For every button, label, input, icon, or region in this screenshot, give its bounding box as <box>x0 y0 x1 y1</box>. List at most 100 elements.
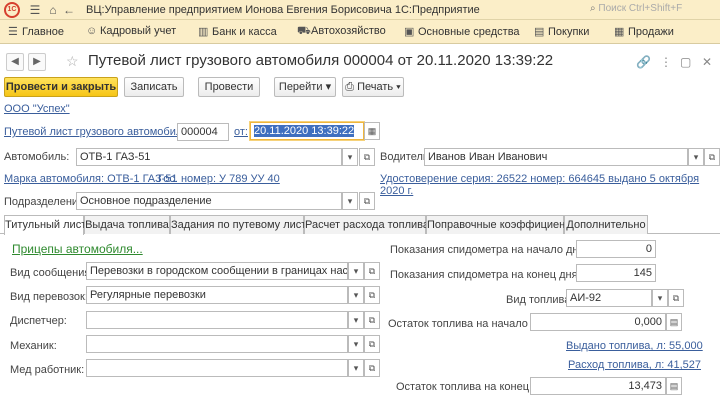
comm-type-dropdown-icon[interactable]: ▾ <box>348 262 364 280</box>
mechanic-open-icon[interactable]: ⧉ <box>364 335 380 353</box>
tab-fuel-issue[interactable]: Выдача топлива <box>84 215 170 234</box>
transport-open-icon[interactable]: ⧉ <box>364 286 380 304</box>
sales-icon: ▦ <box>614 26 625 38</box>
tab-additional[interactable]: Дополнительно <box>564 215 648 234</box>
plate-link[interactable]: Гос. номер: У 789 УУ 40 <box>158 173 280 185</box>
search-placeholder: Поиск Ctrl+Shift+F <box>598 3 683 14</box>
odo-start-label: Показания спидометра на начало дня, км: <box>390 244 607 256</box>
arrow-right-icon: ▶ <box>33 56 41 67</box>
tab-title-page[interactable]: Титульный лист <box>4 215 86 235</box>
section-assets[interactable]: ▣ Основные средства <box>404 25 520 41</box>
medic-dropdown-icon[interactable]: ▾ <box>348 359 364 377</box>
license-link[interactable]: Удостоверение серия: 26522 номер: 664645… <box>380 173 699 185</box>
briefcase-icon: ▣ <box>404 26 415 38</box>
fuel-type-input[interactable]: АИ-92 <box>566 289 652 307</box>
dropdown-arrow-icon: ▾ <box>325 81 332 93</box>
medic-input[interactable] <box>86 359 348 377</box>
global-search[interactable]: ⌕ Поиск Ctrl+Shift+F <box>590 3 720 17</box>
odo-end-input[interactable]: 145 <box>576 264 656 282</box>
driver-input[interactable]: Иванов Иван Иванович <box>424 148 688 166</box>
fuel-used-link[interactable]: Расход топлива, л: 41,527 <box>568 359 701 371</box>
calculator-icon[interactable]: ▤ <box>666 377 682 395</box>
dispatcher-open-icon[interactable]: ⧉ <box>364 311 380 329</box>
comm-type-open-icon[interactable]: ⧉ <box>364 262 380 280</box>
section-bank[interactable]: ▥ Банк и касса <box>198 25 277 41</box>
mechanic-dropdown-icon[interactable]: ▾ <box>348 335 364 353</box>
dispatcher-label: Диспетчер: <box>10 315 67 327</box>
license-link-cont[interactable]: 2020 г. <box>380 185 413 197</box>
date-input[interactable]: 20.11.2020 13:39:22 <box>250 122 364 140</box>
doc-number-input[interactable]: 000004 <box>177 123 229 141</box>
dispatcher-dropdown-icon[interactable]: ▾ <box>348 311 364 329</box>
division-dropdown-icon[interactable]: ▾ <box>342 192 358 210</box>
post-and-close-button[interactable]: Провести и закрыть <box>4 77 118 97</box>
section-main[interactable]: ☰ Главное <box>8 25 64 41</box>
tab-tasks[interactable]: Задания по путевому листу <box>170 215 312 234</box>
vehicle-open-icon[interactable]: ⧉ <box>359 148 375 166</box>
tab-coefficients[interactable]: Поправочные коэффициенты <box>426 215 578 234</box>
person-icon: ☺ <box>86 25 98 37</box>
vehicle-input[interactable]: ОТВ-1 ГАЗ-51 <box>76 148 342 166</box>
brand-link[interactable]: Марка автомобиля: ОТВ-1 ГАЗ-51 <box>4 173 178 185</box>
transport-input[interactable]: Регулярные перевозки <box>86 286 348 304</box>
mechanic-input[interactable] <box>86 335 348 353</box>
nav-back-button[interactable]: ◀ <box>6 53 24 71</box>
division-label: Подразделение: <box>4 196 88 208</box>
sections-bar: ☰ Главное ☺ Кадровый учет ▥ Банк и касса ⛟А… <box>0 20 720 44</box>
window-title: ВЦ:Управление предприятием Ионова Евгени… <box>86 4 480 16</box>
organization-link[interactable]: ООО "Успех" <box>4 103 70 115</box>
section-hr[interactable]: ☺ Кадровый учет <box>86 25 176 41</box>
home-icon[interactable]: ⌂ <box>46 3 60 17</box>
car-icon: ⛟ <box>297 25 311 37</box>
fuel-start-label: Остаток топлива на начало дня: <box>388 318 553 330</box>
fuel-issued-link[interactable]: Выдано топлива, л: 55,000 <box>566 340 703 352</box>
fuel-start-input[interactable]: 0,000 <box>530 313 666 331</box>
post-button[interactable]: Провести <box>198 77 260 97</box>
nav-forward-button[interactable]: ▶ <box>28 53 46 71</box>
fuel-end-input[interactable]: 13,473 <box>530 377 666 395</box>
print-button[interactable]: ⎙ Печать ▾ <box>342 77 404 97</box>
section-purchases[interactable]: ▤ Покупки <box>534 25 589 41</box>
title-bar: 1С ☰ ⌂ ← ВЦ:Управление предприятием Ионо… <box>0 0 720 20</box>
section-sales[interactable]: ▦ Продажи <box>614 25 674 41</box>
maximize-icon[interactable]: ▢ <box>680 55 691 69</box>
printer-icon: ⎙ <box>345 81 354 93</box>
transport-dropdown-icon[interactable]: ▾ <box>348 286 364 304</box>
section-auto[interactable]: ⛟Автохозяйство <box>297 25 386 41</box>
tab-fuel-calc[interactable]: Расчет расхода топлива <box>304 215 429 234</box>
comm-type-input[interactable]: Перевозки в городском сообщении в границ… <box>86 262 348 280</box>
calendar-icon[interactable]: ▦ <box>364 122 380 140</box>
link-icon[interactable]: 🔗 <box>636 55 651 69</box>
save-button[interactable]: Записать <box>124 77 184 97</box>
doc-number-label: Путевой лист грузового автомобиля №: <box>4 126 207 138</box>
search-icon: ⌕ <box>590 3 596 14</box>
goto-button[interactable]: Перейти ▾ <box>274 77 336 97</box>
trailers-link[interactable]: Прицепы автомобиля... <box>12 242 143 256</box>
document-title: Путевой лист грузового автомобиля 000004… <box>88 52 554 69</box>
1c-logo: 1С <box>4 2 20 18</box>
date-label: от: <box>234 126 248 138</box>
menu-icon[interactable]: ☰ <box>28 3 42 17</box>
odo-end-label: Показания спидометра на конец дня, км: <box>390 269 600 281</box>
dispatcher-input[interactable] <box>86 311 348 329</box>
bank-icon: ▥ <box>198 26 209 38</box>
fuel-type-dropdown-icon[interactable]: ▾ <box>652 289 668 307</box>
tab-bar: Титульный лист Выдача топлива Задания по… <box>0 215 720 235</box>
medic-label: Мед работник: <box>10 364 85 376</box>
driver-dropdown-icon[interactable]: ▾ <box>688 148 704 166</box>
favorite-star-icon[interactable]: ☆ <box>66 53 79 70</box>
more-icon[interactable]: ⋮ <box>660 55 672 69</box>
calculator-icon[interactable]: ▤ <box>666 313 682 331</box>
medic-open-icon[interactable]: ⧉ <box>364 359 380 377</box>
division-open-icon[interactable]: ⧉ <box>359 192 375 210</box>
back-icon[interactable]: ← <box>62 3 76 17</box>
fuel-type-open-icon[interactable]: ⧉ <box>668 289 684 307</box>
close-icon[interactable]: ✕ <box>702 55 712 69</box>
vehicle-dropdown-icon[interactable]: ▾ <box>342 148 358 166</box>
cart-icon: ▤ <box>534 26 545 38</box>
odo-start-input[interactable]: 0 <box>576 240 656 258</box>
division-input[interactable]: Основное подразделение <box>76 192 342 210</box>
sections-icon: ☰ <box>8 26 18 38</box>
driver-open-icon[interactable]: ⧉ <box>704 148 720 166</box>
dropdown-arrow-icon: ▾ <box>396 81 401 93</box>
